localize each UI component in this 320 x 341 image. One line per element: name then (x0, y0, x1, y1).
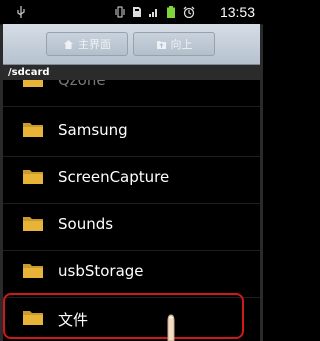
file-name: Qzone (58, 80, 106, 89)
signal-icon (149, 9, 157, 17)
folder-up-icon (156, 40, 166, 49)
up-button-label: 向上 (170, 38, 193, 51)
list-item[interactable]: Samsung (3, 109, 260, 157)
folder-icon (23, 170, 43, 184)
file-name: Sounds (58, 215, 114, 233)
folder-icon (23, 264, 43, 278)
vibrate-icon (115, 6, 125, 18)
file-name: Samsung (58, 121, 128, 139)
toolbar: 主界面 向上 (3, 24, 260, 65)
home-icon (64, 39, 73, 49)
home-button-label: 主界面 (78, 38, 111, 51)
list-item[interactable]: usbStorage (3, 250, 260, 298)
selection-highlight (3, 293, 244, 339)
path-bar: /sdcard (3, 65, 260, 80)
pointing-finger-icon (167, 314, 175, 341)
clock: 13:53 (219, 4, 255, 20)
status-bar: 13:53 (0, 0, 263, 25)
battery-icon (167, 6, 175, 18)
file-name: ScreenCapture (58, 168, 170, 186)
folder-icon (23, 123, 43, 137)
list-item[interactable]: Qzone (3, 80, 260, 107)
list-item[interactable]: ScreenCapture (3, 156, 260, 204)
folder-icon (23, 80, 43, 87)
up-button[interactable]: 向上 (133, 32, 215, 56)
home-button[interactable]: 主界面 (46, 32, 128, 56)
sd-card-icon (133, 7, 141, 17)
alarm-icon (183, 6, 195, 18)
file-name: usbStorage (58, 262, 144, 280)
usb-icon (17, 6, 25, 18)
list-item[interactable]: Sounds (3, 203, 260, 251)
folder-icon (23, 217, 43, 231)
